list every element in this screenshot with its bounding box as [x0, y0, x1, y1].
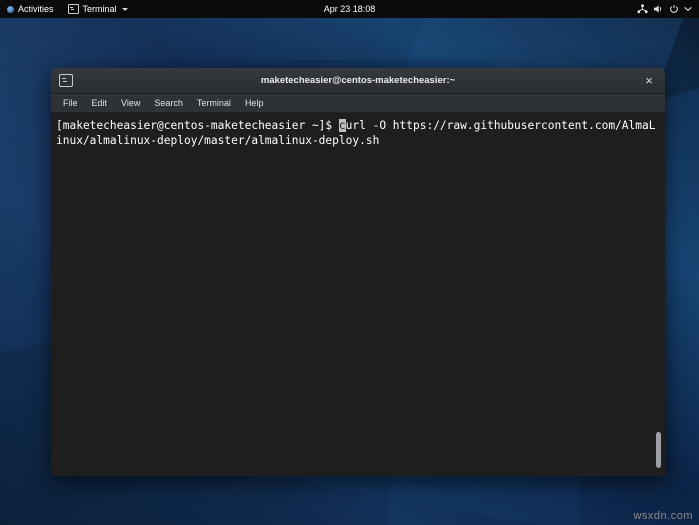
terminal-scrollbar[interactable] [655, 115, 663, 476]
menu-item-file[interactable]: File [57, 96, 84, 110]
terminal-window[interactable]: maketecheasier@centos-maketecheasier:~ ×… [51, 68, 665, 476]
menu-item-edit[interactable]: Edit [86, 96, 114, 110]
gnome-top-bar: Activities Terminal Apr 23 18:08 [0, 0, 699, 18]
menu-item-search[interactable]: Search [148, 96, 189, 110]
menu-item-help[interactable]: Help [239, 96, 270, 110]
activities-label: Activities [18, 4, 54, 14]
shell-prompt: [maketecheasier@centos-maketecheasier ~]… [56, 119, 339, 132]
window-titlebar[interactable]: maketecheasier@centos-maketecheasier:~ × [51, 68, 665, 94]
activities-button[interactable]: Activities [0, 0, 61, 18]
app-menu-terminal[interactable]: Terminal [61, 0, 135, 18]
volume-icon [653, 4, 664, 14]
power-icon [669, 4, 679, 14]
close-icon[interactable]: × [642, 74, 656, 88]
activities-icon [7, 5, 14, 13]
app-menu-label: Terminal [82, 4, 117, 14]
terminal-icon [67, 4, 79, 14]
network-icon [637, 4, 648, 14]
chevron-down-icon [684, 6, 692, 12]
terminal-icon [59, 74, 73, 87]
menu-item-view[interactable]: View [115, 96, 146, 110]
watermark: wsxdn.com [633, 510, 693, 522]
desktop-screen: Activities Terminal Apr 23 18:08 maketec… [0, 0, 699, 525]
top-bar-status-area[interactable] [637, 4, 699, 14]
text-cursor: c [338, 119, 346, 132]
menu-bar[interactable]: File Edit View Search Terminal Help [51, 94, 665, 113]
scrollbar-thumb[interactable] [656, 432, 661, 468]
top-bar-left: Activities Terminal [0, 0, 135, 18]
window-title: maketecheasier@centos-maketecheasier:~ [260, 75, 456, 86]
chevron-down-icon [121, 7, 128, 11]
terminal-output: [maketecheasier@centos-maketecheasier ~]… [56, 118, 657, 148]
terminal-body[interactable]: [maketecheasier@centos-maketecheasier ~]… [51, 113, 665, 476]
menu-item-terminal[interactable]: Terminal [191, 96, 237, 110]
